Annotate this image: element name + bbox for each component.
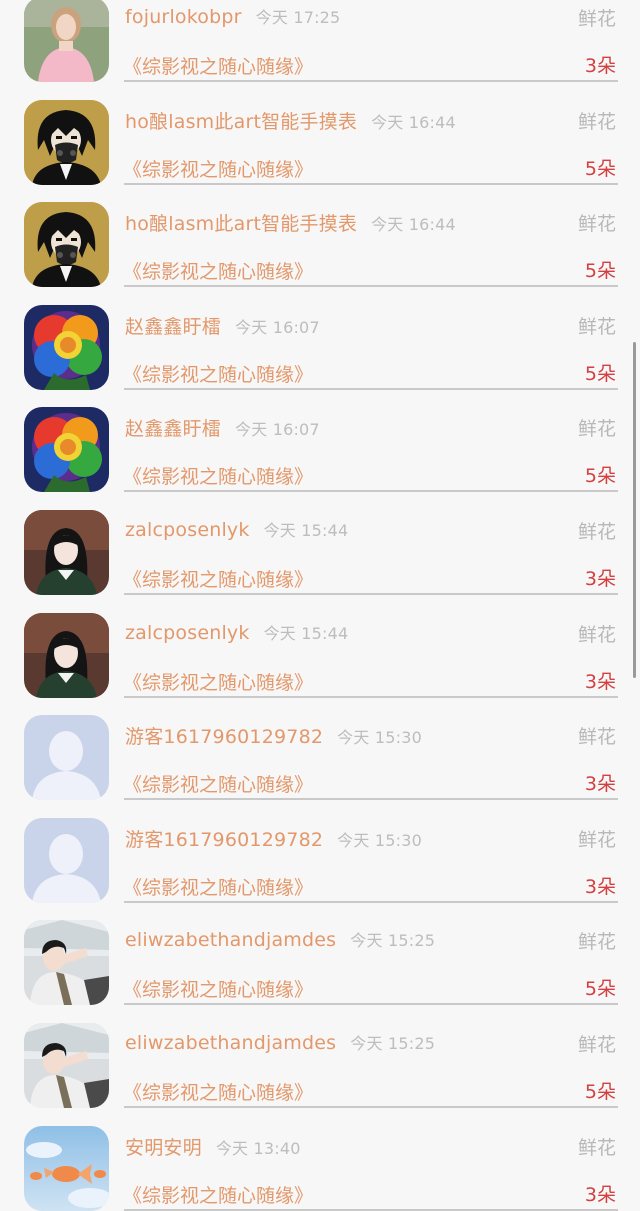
gift-count: 3朵 xyxy=(584,55,616,77)
gift-type-label: 鲜花 xyxy=(577,213,616,236)
goldfish-sky-avatar[interactable] xyxy=(24,1125,109,1211)
vertical-scrollbar[interactable] xyxy=(633,342,636,678)
gift-type-label: 鲜花 xyxy=(577,520,616,543)
sender-line: 赵鑫鑫盱檑 今天 16:07 xyxy=(125,312,320,339)
work-title-link[interactable]: 《综影视之随心随缘》 xyxy=(123,770,313,797)
gift-type-label: 鲜花 xyxy=(577,315,616,338)
gift-time: 今天 15:30 xyxy=(337,728,422,748)
gift-type-label: 鲜花 xyxy=(577,623,616,646)
gift-type-label: 鲜花 xyxy=(577,8,616,30)
girl-dark-hair-avatar[interactable] xyxy=(24,509,109,595)
rainbow-rose-avatar[interactable] xyxy=(24,304,109,390)
work-title-link[interactable]: 《综影视之随心随缘》 xyxy=(123,1078,313,1105)
gift-type-label: 鲜花 xyxy=(577,110,616,133)
sender-name[interactable]: 安明安明 xyxy=(125,1137,202,1159)
sender-name[interactable]: 游客1617960129782 xyxy=(125,726,323,748)
car-selfie-avatar[interactable] xyxy=(24,1022,109,1108)
work-title-link[interactable]: 《综影视之随心随缘》 xyxy=(123,257,313,284)
gift-count: 3朵 xyxy=(584,567,616,590)
gift-record-row[interactable]: eliwzabethandjamdes 今天 15:25 鲜花 《综影视之随心随缘… xyxy=(0,1003,640,1108)
work-title-link[interactable]: 《综影视之随心随缘》 xyxy=(123,975,313,1002)
gift-count: 5朵 xyxy=(584,362,616,385)
gift-time: 今天 16:44 xyxy=(371,215,456,235)
gift-record-row[interactable]: ho酿lasm此art智能手摸表 今天 16:44 鲜花 《综影视之随心随缘》 5… xyxy=(0,80,640,185)
gift-type-label: 鲜花 xyxy=(577,828,616,851)
girl-pink-avatar[interactable] xyxy=(24,0,109,82)
gift-time: 今天 16:07 xyxy=(235,420,320,440)
work-title-link[interactable]: 《综影视之随心随缘》 xyxy=(123,873,313,900)
gift-time: 今天 16:07 xyxy=(235,317,320,337)
sender-line: 赵鑫鑫盱檑 今天 16:07 xyxy=(125,414,320,441)
sender-name[interactable]: zalcposenlyk xyxy=(125,519,250,541)
gift-record-row[interactable]: 赵鑫鑫盱檑 今天 16:07 鲜花 《综影视之随心随缘》 5朵 xyxy=(0,387,640,493)
work-title-link[interactable]: 《综影视之随心随缘》 xyxy=(123,52,313,79)
gift-count: 5朵 xyxy=(584,465,616,488)
gift-record-list: fojurlokobpr 今天 17:25 鲜花 《综影视之随心随缘》 3朵 ho… xyxy=(0,0,640,1211)
sender-line: ho酿lasm此art智能手摸表 今天 16:44 xyxy=(125,209,456,236)
sender-name[interactable]: fojurlokobpr xyxy=(125,6,242,28)
sender-line: ho酿lasm此art智能手摸表 今天 16:44 xyxy=(125,107,456,134)
work-title-link[interactable]: 《综影视之随心随缘》 xyxy=(123,1181,313,1208)
gift-count: 5朵 xyxy=(584,1080,616,1103)
gift-time: 今天 15:25 xyxy=(350,931,436,951)
sender-name[interactable]: ho酿lasm此art智能手摸表 xyxy=(125,111,357,133)
sender-line: 安明安明 今天 13:40 xyxy=(125,1133,301,1160)
work-title-link[interactable]: 《综影视之随心随缘》 xyxy=(123,565,313,592)
gift-record-row[interactable]: eliwzabethandjamdes 今天 15:25 鲜花 《综影视之随心随缘… xyxy=(0,900,640,1006)
work-title-link[interactable]: 《综影视之随心随缘》 xyxy=(123,155,313,182)
gift-type-label: 鲜花 xyxy=(577,418,616,441)
gift-record-row[interactable]: 赵鑫鑫盱檑 今天 16:07 鲜花 《综影视之随心随缘》 5朵 xyxy=(0,285,640,390)
row-divider xyxy=(124,1208,618,1211)
sender-line: 游客1617960129782 今天 15:30 xyxy=(125,722,422,749)
gift-record-row[interactable]: zalcposenlyk 今天 15:44 鲜花 《综影视之随心随缘》 3朵 xyxy=(0,593,640,698)
sender-name[interactable]: 赵鑫鑫盱檑 xyxy=(125,418,221,440)
work-title-link[interactable]: 《综影视之随心随缘》 xyxy=(123,462,313,489)
sender-name[interactable]: ho酿lasm此art智能手摸表 xyxy=(125,213,357,235)
gift-record-row[interactable]: fojurlokobpr 今天 17:25 鲜花 《综影视之随心随缘》 3朵 xyxy=(0,0,640,82)
gift-count: 5朵 xyxy=(584,157,616,180)
gift-time: 今天 17:25 xyxy=(255,8,341,27)
sender-line: eliwzabethandjamdes 今天 15:25 xyxy=(125,927,435,951)
gift-type-label: 鲜花 xyxy=(577,1033,616,1056)
sender-name[interactable]: 游客1617960129782 xyxy=(125,829,323,851)
gift-record-row[interactable]: zalcposenlyk 今天 15:44 鲜花 《综影视之随心随缘》 3朵 xyxy=(0,490,640,595)
work-title-link[interactable]: 《综影视之随心随缘》 xyxy=(123,360,313,387)
sender-name[interactable]: zalcposenlyk xyxy=(125,622,250,644)
gift-time: 今天 15:44 xyxy=(263,623,349,643)
sender-line: zalcposenlyk 今天 15:44 xyxy=(125,620,348,644)
gift-record-row[interactable]: 游客1617960129782 今天 15:30 鲜花 《综影视之随心随缘》 3朵 xyxy=(0,695,640,801)
masked-boy-avatar[interactable] xyxy=(24,99,109,185)
gift-count: 3朵 xyxy=(584,773,616,796)
gift-count: 3朵 xyxy=(584,1183,616,1206)
gift-record-row[interactable]: 安明安明 今天 13:40 鲜花 《综影视之随心随缘》 3朵 xyxy=(0,1106,640,1211)
gift-record-row[interactable]: ho酿lasm此art智能手摸表 今天 16:44 鲜花 《综影视之随心随缘》 5… xyxy=(0,182,640,288)
gift-type-label: 鲜花 xyxy=(577,726,616,749)
gift-time: 今天 16:44 xyxy=(371,112,456,132)
sender-name[interactable]: eliwzabethandjamdes xyxy=(125,1032,336,1054)
girl-dark-hair-avatar[interactable] xyxy=(24,612,109,698)
gift-time: 今天 15:30 xyxy=(337,830,422,850)
sender-name[interactable]: eliwzabethandjamdes xyxy=(125,929,336,951)
car-selfie-avatar[interactable] xyxy=(24,920,109,1006)
gift-type-label: 鲜花 xyxy=(577,931,616,954)
sender-line: 游客1617960129782 今天 15:30 xyxy=(125,825,422,852)
gift-time: 今天 13:40 xyxy=(215,1138,301,1158)
gift-time: 今天 15:44 xyxy=(263,520,349,540)
sender-line: fojurlokobpr 今天 17:25 xyxy=(125,4,340,28)
gift-time: 今天 15:25 xyxy=(350,1033,436,1053)
gift-count: 3朵 xyxy=(584,875,616,898)
default-user-avatar[interactable] xyxy=(24,715,109,801)
gift-count: 3朵 xyxy=(584,670,616,693)
work-title-link[interactable]: 《综影视之随心随缘》 xyxy=(123,668,313,695)
default-user-avatar[interactable] xyxy=(24,817,109,903)
gift-type-label: 鲜花 xyxy=(577,1136,616,1159)
sender-line: eliwzabethandjamdes 今天 15:25 xyxy=(125,1030,435,1054)
gift-count: 5朵 xyxy=(584,260,616,283)
gift-record-row[interactable]: 游客1617960129782 今天 15:30 鲜花 《综影视之随心随缘》 3朵 xyxy=(0,798,640,903)
sender-name[interactable]: 赵鑫鑫盱檑 xyxy=(125,316,221,338)
rainbow-rose-avatar[interactable] xyxy=(24,407,109,493)
gift-count: 5朵 xyxy=(584,978,616,1001)
sender-line: zalcposenlyk 今天 15:44 xyxy=(125,517,348,541)
masked-boy-avatar[interactable] xyxy=(24,202,109,288)
